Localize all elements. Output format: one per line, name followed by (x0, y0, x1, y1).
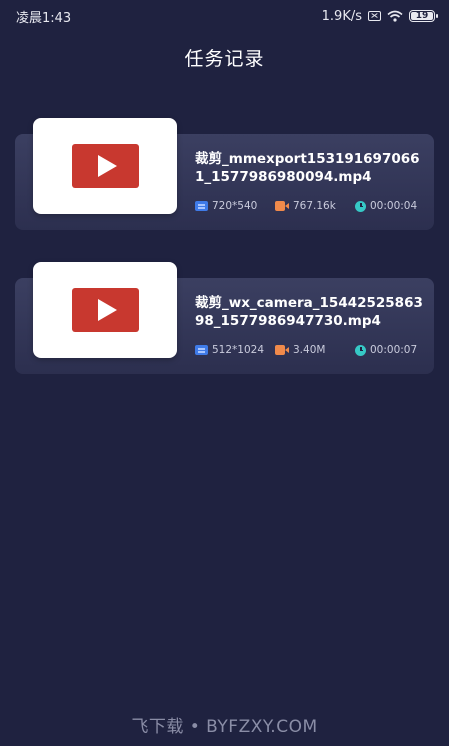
page-title: 任务记录 (184, 48, 265, 70)
file-meta: 720*540 767.16k 00:00:04 (195, 200, 425, 212)
video-thumbnail[interactable] (33, 118, 177, 214)
resolution-meta: 720*540 (195, 200, 275, 212)
play-icon (71, 144, 139, 188)
duration-value: 00:00:04 (370, 200, 418, 212)
watermark: 飞下载 • BYFZXY.COM (131, 717, 318, 737)
resolution-value: 512*1024 (212, 344, 265, 356)
net-speed: 1.9K/s (321, 8, 362, 24)
file-name: 裁剪_wx_camera_1544252586398_1577986947730… (195, 295, 423, 329)
wifi-icon (387, 10, 403, 22)
status-indicators: 1.9K/s 19 (321, 8, 438, 24)
task-card[interactable]: 裁剪_wx_camera_1544252586398_1577986947730… (0, 262, 449, 406)
duration-meta: 00:00:04 (355, 200, 417, 212)
file-meta: 512*1024 3.40M 00:00:07 (195, 344, 425, 356)
size-meta: 767.16k (275, 200, 355, 212)
video-camera-icon (275, 201, 289, 211)
duration-meta: 00:00:07 (355, 344, 417, 356)
file-name: 裁剪_mmexport1531916970661_1577986980094.m… (195, 151, 420, 185)
video-thumbnail[interactable] (33, 262, 177, 358)
duration-value: 00:00:07 (370, 344, 418, 356)
play-icon (71, 288, 139, 332)
battery-level: 19 (415, 11, 429, 21)
battery-icon: 19 (409, 10, 438, 22)
size-meta: 3.40M (275, 344, 355, 356)
resolution-value: 720*540 (212, 200, 258, 212)
clock-icon (355, 200, 366, 212)
clock-icon (355, 344, 366, 356)
size-value: 3.40M (293, 344, 326, 356)
status-bar: 凌晨1:43 1.9K/s 19 (0, 0, 449, 32)
no-sim-icon (368, 11, 381, 21)
resolution-meta: 512*1024 (195, 344, 275, 356)
video-camera-icon (275, 345, 289, 355)
screen-icon (195, 201, 208, 211)
task-card[interactable]: 裁剪_mmexport1531916970661_1577986980094.m… (0, 118, 449, 262)
task-list: 裁剪_mmexport1531916970661_1577986980094.m… (0, 118, 449, 406)
screen-icon (195, 345, 208, 355)
size-value: 767.16k (293, 200, 336, 212)
status-time: 凌晨1:43 (16, 10, 72, 26)
